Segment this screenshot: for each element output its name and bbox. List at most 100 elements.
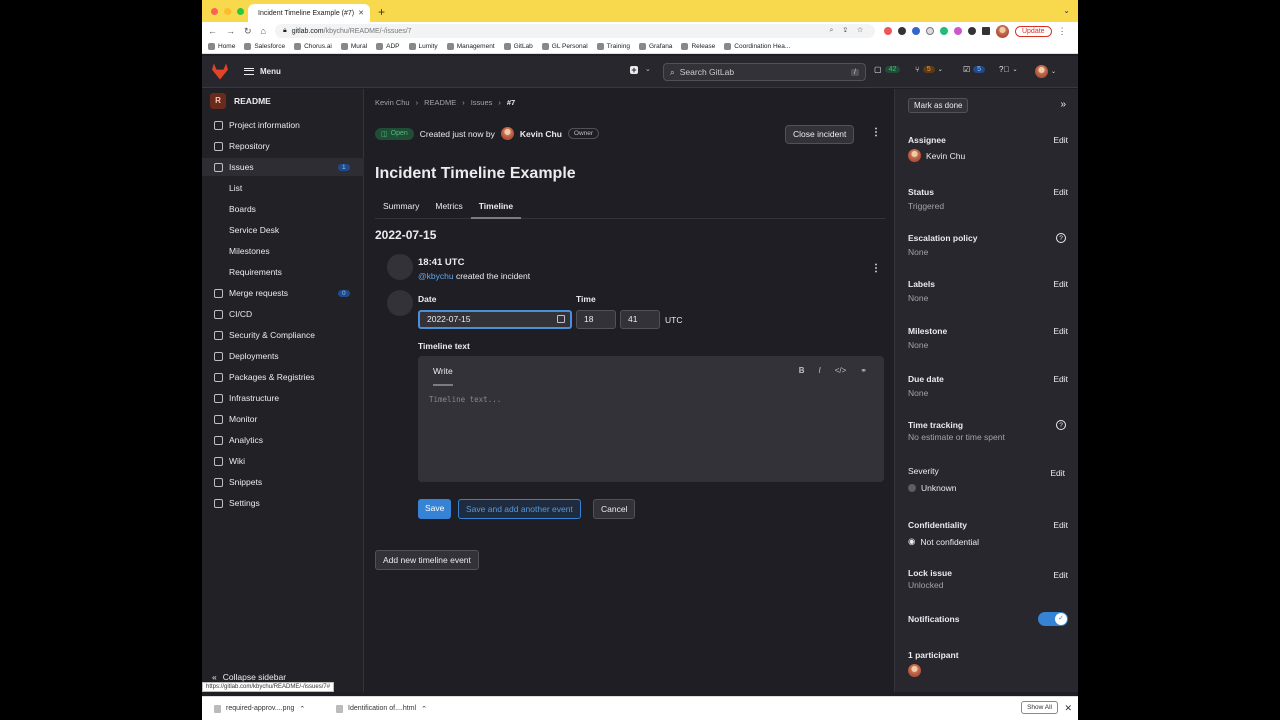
bookmark-item[interactable]: Lumity: [408, 43, 438, 50]
timeline-text-editor[interactable]: Write B I </> ⚭ Timeline text...: [418, 356, 884, 482]
url-bar[interactable]: 🔒︎ gitlab.com/kbychu/README/-/issues/7 ⌕…: [274, 24, 875, 38]
calendar-icon[interactable]: [557, 315, 565, 323]
forward-icon[interactable]: →: [226, 26, 235, 36]
profile-avatar[interactable]: [995, 24, 1009, 38]
pocket-icon[interactable]: [883, 27, 892, 35]
status-edit-link[interactable]: Edit: [1053, 187, 1068, 197]
date-input[interactable]: 2022-07-15: [418, 310, 572, 329]
close-window-icon[interactable]: [211, 8, 218, 15]
help-button[interactable]: ?⃝ ⌄: [999, 65, 1017, 74]
author-name[interactable]: Kevin Chu: [520, 129, 562, 139]
user-menu[interactable]: ⌄: [1035, 65, 1056, 78]
chevron-up-icon[interactable]: ⌃: [299, 705, 305, 713]
mr-topbar-button[interactable]: ⑂ 5 ⌄: [915, 65, 943, 74]
close-downloads-icon[interactable]: ✕: [1064, 703, 1072, 714]
extension-icon[interactable]: [897, 27, 906, 35]
minute-input[interactable]: 41: [620, 310, 660, 329]
bookmark-item[interactable]: GL Personal: [541, 43, 588, 50]
save-button[interactable]: Save: [418, 499, 452, 519]
event-actions-kebab-icon[interactable]: ⋮: [871, 263, 881, 274]
sidebar-item-boards[interactable]: Boards: [202, 200, 364, 218]
confidentiality-edit-link[interactable]: Edit: [1053, 520, 1068, 530]
cancel-button[interactable]: Cancel: [593, 499, 636, 519]
code-icon[interactable]: </>: [835, 366, 847, 375]
participant-avatar[interactable]: [908, 664, 921, 677]
issue-actions-kebab-icon[interactable]: ⋮: [871, 127, 881, 138]
save-and-add-button[interactable]: Save and add another event: [458, 499, 581, 519]
sidebar-item-requirements[interactable]: Requirements: [202, 263, 364, 281]
labels-edit-link[interactable]: Edit: [1053, 279, 1068, 289]
sidebar-item-deployments[interactable]: Deployments: [202, 347, 364, 365]
tab-timeline[interactable]: Timeline: [470, 197, 522, 219]
bookmark-item[interactable]: Release: [681, 43, 715, 50]
create-chevron-icon[interactable]: ⌄: [645, 65, 651, 73]
download-item[interactable]: Identification of....html ⌃: [336, 704, 446, 713]
download-item[interactable]: required-approv....png ⌃: [214, 704, 324, 713]
bookmark-item[interactable]: Mural: [340, 43, 367, 50]
help-icon[interactable]: ?: [1056, 233, 1066, 243]
extension-icon[interactable]: [911, 27, 920, 35]
assignee-avatar[interactable]: [908, 149, 921, 162]
bookmark-item[interactable]: Coordination Hea...: [724, 43, 790, 50]
sidebar-item-monitor[interactable]: Monitor: [202, 410, 364, 428]
sidebar-item-security-compliance[interactable]: Security & Compliance: [202, 326, 364, 344]
url-actions[interactable]: ⌕ ⇪ ☆: [830, 27, 867, 35]
sidebar-item-packages-registries[interactable]: Packages & Registries: [202, 368, 364, 386]
breadcrumb-user[interactable]: Kevin Chu: [375, 98, 410, 107]
sidebar-item-repository[interactable]: Repository: [202, 137, 364, 155]
severity-edit-link[interactable]: Edit: [1050, 468, 1065, 478]
sidebar-item-merge-requests[interactable]: Merge requests 0: [202, 284, 364, 302]
event-user-link[interactable]: @kbychu: [418, 271, 454, 281]
create-new-icon[interactable]: +: [630, 66, 638, 75]
extension-icon[interactable]: [953, 27, 962, 35]
sidebar-item-ci-cd[interactable]: CI/CD: [202, 305, 364, 323]
tab-metrics[interactable]: Metrics: [427, 197, 470, 219]
bold-icon[interactable]: B: [799, 366, 805, 375]
write-tab[interactable]: Write: [433, 358, 453, 386]
collapse-sidebar-button[interactable]: « Collapse sidebar: [212, 672, 286, 682]
bookmark-item[interactable]: Training: [596, 43, 630, 50]
bookmark-item[interactable]: Grafana: [638, 43, 672, 50]
bookmark-item[interactable]: ADP: [376, 43, 400, 50]
sidebar-item-infrastructure[interactable]: Infrastructure: [202, 389, 364, 407]
sidebar-item-wiki[interactable]: Wiki: [202, 452, 364, 470]
show-all-button[interactable]: Show All: [1021, 701, 1058, 714]
sidebar-item-list[interactable]: List: [202, 179, 364, 197]
breadcrumb-project[interactable]: README: [424, 98, 456, 107]
help-icon[interactable]: ?: [1056, 420, 1066, 430]
lock-edit-link[interactable]: Edit: [1053, 570, 1068, 580]
new-tab-icon[interactable]: +: [378, 5, 385, 19]
browser-tab[interactable]: Incident Timeline Example (#7) ✕: [248, 4, 370, 22]
bookmark-item[interactable]: Management: [446, 43, 495, 50]
close-tab-icon[interactable]: ✕: [358, 9, 364, 17]
tab-summary[interactable]: Summary: [375, 197, 427, 219]
close-incident-button[interactable]: Close incident: [785, 125, 855, 144]
due-date-edit-link[interactable]: Edit: [1053, 374, 1068, 384]
breadcrumb-issue[interactable]: #7: [507, 98, 515, 107]
issues-topbar-button[interactable]: ▢ 42: [874, 65, 901, 74]
mark-as-done-button[interactable]: Mark as done: [908, 98, 969, 113]
minimize-window-icon[interactable]: [224, 8, 231, 15]
sidepanel-icon[interactable]: [981, 27, 990, 35]
tab-search-chevron-icon[interactable]: ⌄: [1063, 6, 1070, 15]
chevron-up-icon[interactable]: ⌃: [421, 705, 427, 713]
search-input[interactable]: ⌕ Search GitLab /: [663, 63, 866, 81]
sidebar-item-issues[interactable]: Issues 1: [202, 158, 364, 176]
menu-button[interactable]: Menu: [244, 67, 281, 76]
sidebar-item-settings[interactable]: Settings: [202, 494, 364, 512]
sidebar-item-snippets[interactable]: Snippets: [202, 473, 364, 491]
sidebar-item-service-desk[interactable]: Service Desk: [202, 221, 364, 239]
bookmark-item[interactable]: Chorus.ai: [294, 43, 332, 50]
window-controls[interactable]: [211, 8, 244, 15]
sidebar-item-project-information[interactable]: Project information: [202, 116, 364, 134]
project-header[interactable]: R README: [210, 93, 271, 109]
assignee-name[interactable]: Kevin Chu: [926, 151, 965, 161]
link-icon[interactable]: ⚭: [860, 366, 867, 375]
puzzle-icon[interactable]: [967, 27, 976, 35]
bookmark-item[interactable]: Salesforce: [244, 43, 285, 50]
update-button[interactable]: Update: [1014, 25, 1052, 37]
extension-icon[interactable]: [925, 27, 934, 35]
home-icon[interactable]: ⌂: [261, 26, 266, 36]
sidebar-item-milestones[interactable]: Milestones: [202, 242, 364, 260]
sidebar-item-analytics[interactable]: Analytics: [202, 431, 364, 449]
